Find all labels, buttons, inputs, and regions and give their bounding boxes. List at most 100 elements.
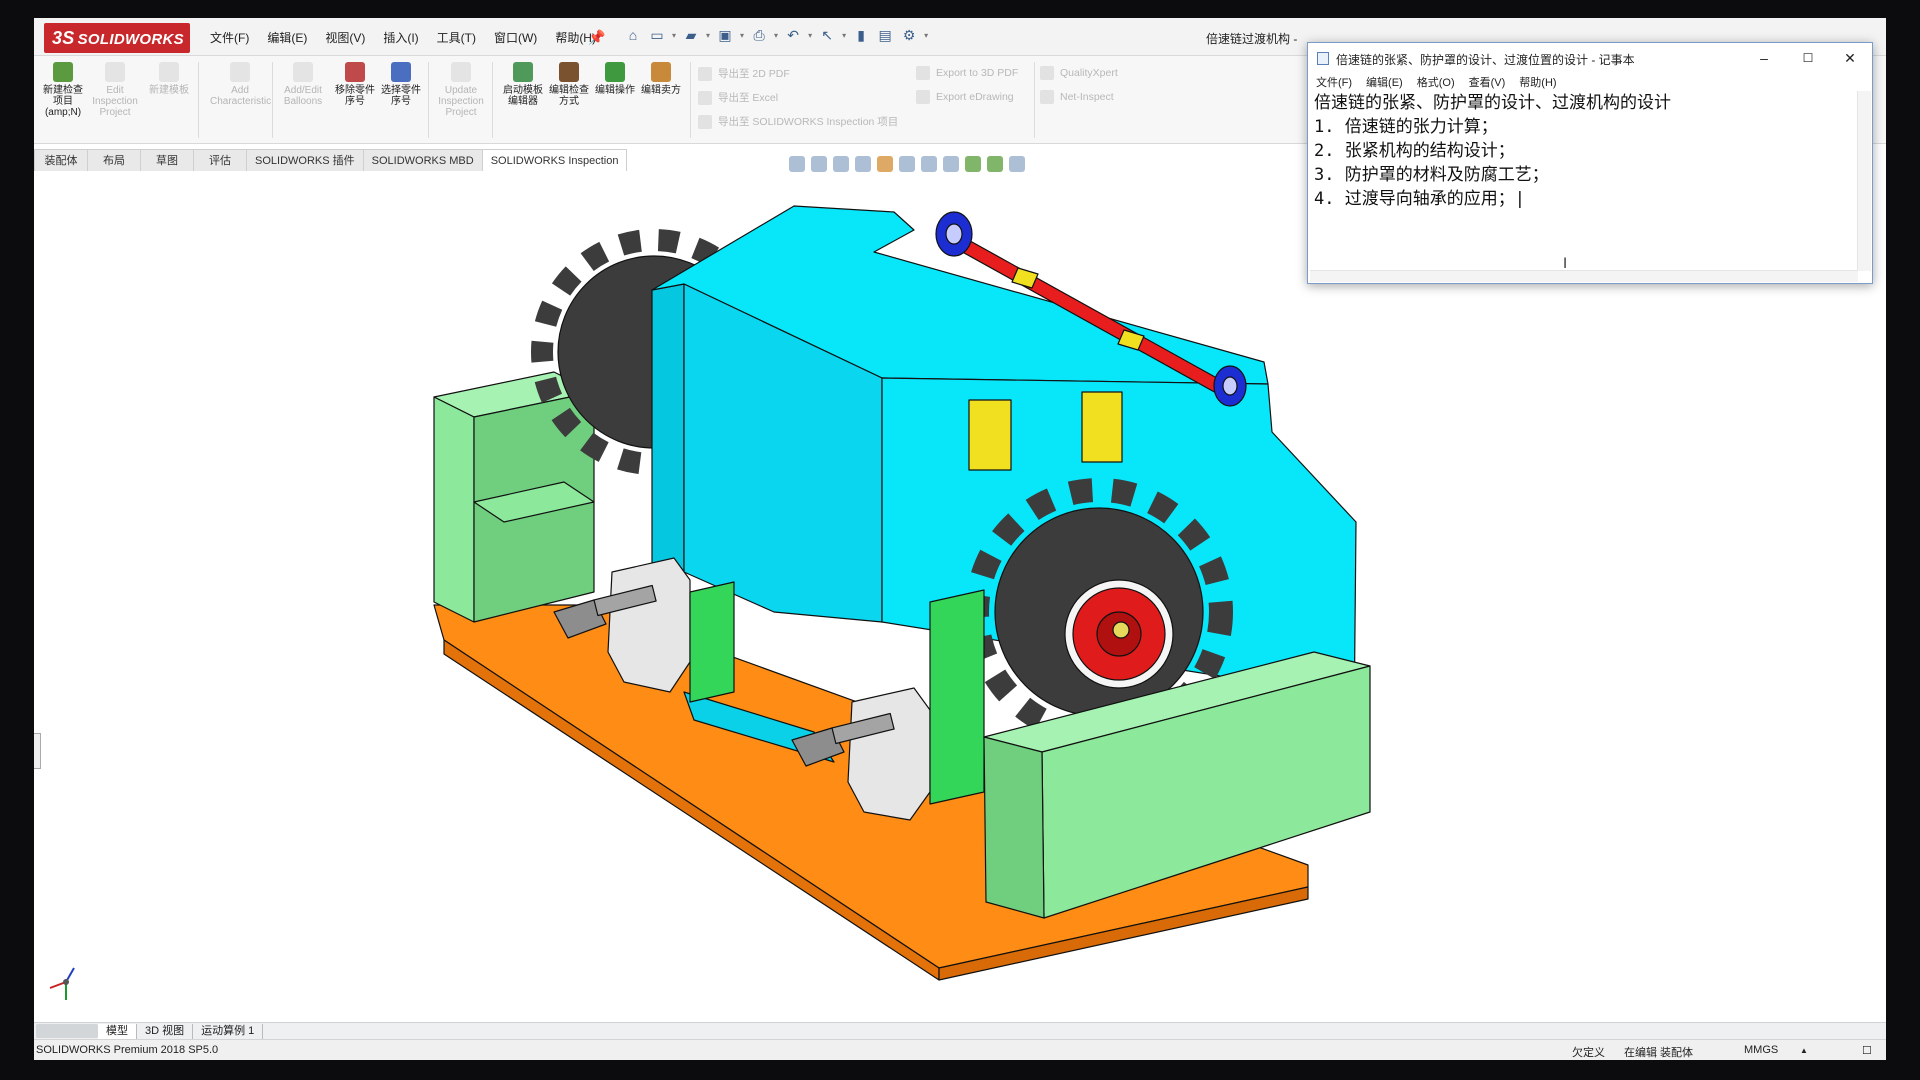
menu-tools[interactable]: 工具(T) xyxy=(437,29,476,46)
button-label: Edit Inspection Project xyxy=(92,85,138,118)
help-chat-icon[interactable]: ☐ xyxy=(1862,1044,1872,1057)
export-3d-pdf-button[interactable]: Export to 3D PDF xyxy=(916,66,1018,80)
horizontal-scrollbar[interactable] xyxy=(1310,270,1858,282)
np-menu-edit[interactable]: 编辑(E) xyxy=(1366,74,1403,90)
model-view-tabs: 模型 3D 视图 运动算例 1 xyxy=(34,1022,1886,1039)
save-icon[interactable]: ▣ xyxy=(716,26,734,44)
view-orientation-icon[interactable] xyxy=(899,156,915,172)
new-template-button[interactable]: 新建模板 xyxy=(146,62,192,96)
tab-layout[interactable]: 布局 xyxy=(87,149,141,171)
template-editor-button[interactable]: 启动模板编辑器 xyxy=(500,62,546,107)
vertical-scrollbar[interactable] xyxy=(1857,91,1871,271)
np-menu-file[interactable]: 文件(F) xyxy=(1316,74,1352,90)
maximize-button[interactable]: ☐ xyxy=(1788,47,1828,69)
tab-solidworks-inspection[interactable]: SOLIDWORKS Inspection xyxy=(481,149,628,171)
tab-solidworks-mbd[interactable]: SOLIDWORKS MBD xyxy=(362,149,483,171)
np-menu-help[interactable]: 帮助(H) xyxy=(1519,74,1556,90)
spacer-left xyxy=(968,399,1012,471)
dropdown-arrow-icon[interactable]: ▾ xyxy=(672,31,676,40)
home-icon[interactable]: ⌂ xyxy=(624,26,642,44)
tab-solidworks-addins[interactable]: SOLIDWORKS 插件 xyxy=(246,149,364,171)
main-menu: 文件(F) 编辑(E) 视图(V) 插入(I) 工具(T) 窗口(W) 帮助(H… xyxy=(210,18,596,56)
qualityxpert-button[interactable]: QualityXpert xyxy=(1040,66,1118,80)
command-manager-tabs: 装配体 布局 草图 评估 SOLIDWORKS 插件 SOLIDWORKS MB… xyxy=(34,149,628,171)
section-view-icon[interactable] xyxy=(855,156,871,172)
select-balloon-button[interactable]: 选择零件序号 xyxy=(378,62,424,107)
notepad-icon xyxy=(1317,52,1329,65)
edit-operation-button[interactable]: 编辑操作 xyxy=(592,62,638,96)
edit-appearance-icon[interactable] xyxy=(965,156,981,172)
new-inspection-project-button[interactable]: 新建检查项目(amp;N) xyxy=(40,62,86,118)
np-menu-view[interactable]: 查看(V) xyxy=(1469,74,1506,90)
units-selector[interactable]: MMGS xyxy=(1744,1044,1778,1056)
export-inspection-project-button[interactable]: 导出至 SOLIDWORKS Inspection 项目 xyxy=(698,114,898,129)
menu-view[interactable]: 视图(V) xyxy=(325,29,365,46)
undo-icon[interactable]: ↶ xyxy=(784,26,802,44)
options-gear-icon[interactable]: ⚙ xyxy=(900,26,918,44)
print-icon[interactable]: ⎙ xyxy=(750,26,768,44)
heads-up-view-toolbar xyxy=(789,156,1025,172)
apply-scene-icon[interactable] xyxy=(987,156,1003,172)
add-characteristic-button[interactable]: Add Characteristic xyxy=(210,62,271,107)
dynamic-annotation-icon[interactable] xyxy=(877,156,893,172)
tab-sketch[interactable]: 草图 xyxy=(140,149,194,171)
export-excel-button[interactable]: 导出至 Excel xyxy=(698,90,778,105)
export-2d-pdf-button[interactable]: 导出至 2D PDF xyxy=(698,66,790,81)
new-document-icon[interactable]: ▭ xyxy=(648,26,666,44)
hide-show-items-icon[interactable] xyxy=(943,156,959,172)
dropdown-arrow-icon[interactable]: ▾ xyxy=(774,31,778,40)
edit-inspection-project-button[interactable]: Edit Inspection Project xyxy=(92,62,138,118)
view-settings-icon[interactable] xyxy=(1009,156,1025,172)
edit-inspection-method-button[interactable]: 编辑检查方式 xyxy=(546,62,592,107)
minimize-button[interactable]: – xyxy=(1744,47,1784,69)
open-folder-icon[interactable]: ▰ xyxy=(682,26,700,44)
text-line: 3. 防护罩的材料及防腐工艺； xyxy=(1314,165,1549,185)
traffic-light-icon[interactable]: ▮ xyxy=(852,26,870,44)
notepad-text-area[interactable]: 倍速链的张紧、防护罩的设计、过渡机构的设计 1. 倍速链的张力计算； 2. 张紧机构… xyxy=(1310,91,1850,271)
dropdown-arrow-icon[interactable]: ▾ xyxy=(808,31,812,40)
menu-edit[interactable]: 编辑(E) xyxy=(267,29,307,46)
solidworks-logo[interactable]: 3S SOLIDWORKS xyxy=(44,23,190,53)
dropdown-arrow-icon[interactable]: ▾ xyxy=(924,31,928,40)
display-style-icon[interactable] xyxy=(921,156,937,172)
notepad-title: 倍速链的张紧、防护罩的设计、过渡位置的设计 - 记事本 xyxy=(1336,53,1635,67)
tab-evaluate[interactable]: 评估 xyxy=(193,149,247,171)
tab-scroll-arrows[interactable] xyxy=(36,1024,98,1038)
menu-window[interactable]: 窗口(W) xyxy=(494,29,537,46)
menu-file[interactable]: 文件(F) xyxy=(210,29,249,46)
update-inspection-project-button[interactable]: Update Inspection Project xyxy=(432,62,490,118)
excel-icon xyxy=(698,90,712,105)
select-pointer-icon[interactable]: ↖ xyxy=(818,26,836,44)
dropdown-arrow-icon[interactable]: ▾ xyxy=(706,31,710,40)
net-inspect-button[interactable]: Net-Inspect xyxy=(1040,90,1114,104)
text-line: 4. 过渡导向轴承的应用；| xyxy=(1314,189,1525,209)
np-menu-format[interactable]: 格式(O) xyxy=(1417,74,1455,90)
edit-vendor-button[interactable]: 编辑卖方 xyxy=(638,62,684,96)
tab-assembly[interactable]: 装配体 xyxy=(34,149,88,171)
remove-balloon-button[interactable]: 移除零件序号 xyxy=(332,62,378,107)
tab-3d-views[interactable]: 3D 视图 xyxy=(137,1023,194,1039)
notepad-title-bar[interactable]: 倍速链的张紧、防护罩的设计、过渡位置的设计 - 记事本 – ☐ ✕ xyxy=(1308,43,1872,73)
export-label: Net-Inspect xyxy=(1060,91,1114,103)
ds-logo-mark: 3S xyxy=(52,28,75,48)
notepad-window[interactable]: 倍速链的张紧、防护罩的设计、过渡位置的设计 - 记事本 – ☐ ✕ 文件(F) … xyxy=(1307,42,1873,284)
tab-motion-study[interactable]: 运动算例 1 xyxy=(193,1023,264,1039)
text-cursor-icon: I xyxy=(1563,256,1568,272)
menu-insert[interactable]: 插入(I) xyxy=(383,29,418,46)
pin-icon[interactable]: 📌 xyxy=(588,29,605,46)
units-dropdown-arrow-icon[interactable]: ▲ xyxy=(1800,1046,1808,1055)
assembly-model[interactable] xyxy=(34,172,1886,1022)
update-icon xyxy=(451,62,471,82)
graphics-area[interactable] xyxy=(34,172,1886,1022)
add-edit-balloons-button[interactable]: Add/Edit Balloons xyxy=(278,62,328,107)
file-properties-icon[interactable]: ▤ xyxy=(876,26,894,44)
zoom-to-area-icon[interactable] xyxy=(811,156,827,172)
button-label: 选择零件序号 xyxy=(381,85,421,107)
previous-view-icon[interactable] xyxy=(833,156,849,172)
dropdown-arrow-icon[interactable]: ▾ xyxy=(740,31,744,40)
dropdown-arrow-icon[interactable]: ▾ xyxy=(842,31,846,40)
zoom-to-fit-icon[interactable] xyxy=(789,156,805,172)
export-edrawing-button[interactable]: Export eDrawing xyxy=(916,90,1014,104)
close-button[interactable]: ✕ xyxy=(1830,47,1870,69)
tab-model[interactable]: 模型 xyxy=(98,1023,137,1039)
